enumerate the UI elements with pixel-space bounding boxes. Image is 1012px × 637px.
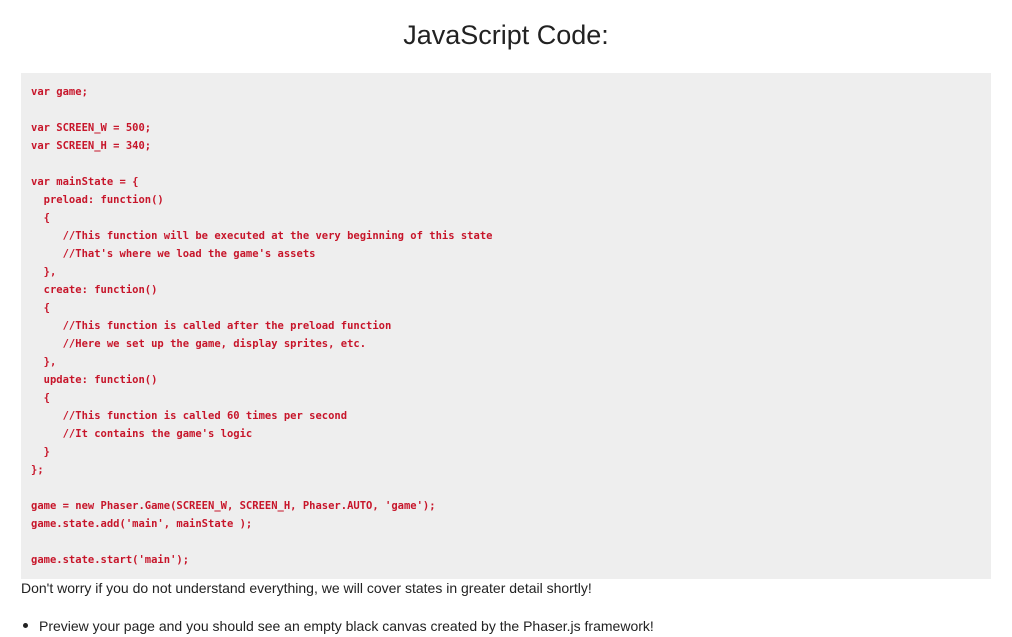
code-line: //That's where we load the game's assets — [31, 248, 316, 260]
code-line: { — [31, 302, 50, 314]
code-line: } — [31, 446, 50, 458]
code-block: var game; var SCREEN_W = 500; var SCREEN… — [21, 73, 991, 579]
code-line: update: function() — [31, 374, 158, 386]
code-line: //It contains the game's logic — [31, 428, 253, 440]
code-line: game.state.start('main'); — [31, 554, 190, 566]
code-line: var game; — [31, 86, 88, 98]
code-line: var SCREEN_W = 500; — [31, 122, 152, 134]
code-line: }, — [31, 266, 57, 278]
code-line: //This function will be executed at the … — [31, 230, 493, 242]
bullet-list: Preview your page and you should see an … — [21, 616, 654, 636]
code-line: //This function is called after the prel… — [31, 320, 392, 332]
code-line: var mainState = { — [31, 176, 139, 188]
code-line: preload: function() — [31, 194, 164, 206]
code-line: }; — [31, 464, 44, 476]
explanation-text: Don't worry if you do not understand eve… — [21, 580, 592, 596]
code-line: { — [31, 392, 50, 404]
code-line: //Here we set up the game, display sprit… — [31, 338, 367, 350]
code-line: }, — [31, 356, 57, 368]
list-item: Preview your page and you should see an … — [23, 616, 654, 636]
code-line: { — [31, 212, 50, 224]
bullet-dot-icon — [23, 623, 28, 628]
code-line: game = new Phaser.Game(SCREEN_W, SCREEN_… — [31, 500, 436, 512]
code-line: var SCREEN_H = 340; — [31, 140, 152, 152]
page-title: JavaScript Code: — [403, 20, 609, 50]
code-line: //This function is called 60 times per s… — [31, 410, 348, 422]
code-line: game.state.add('main', mainState ); — [31, 518, 253, 530]
code-line: create: function() — [31, 284, 158, 296]
list-item-text: Preview your page and you should see an … — [39, 618, 654, 634]
